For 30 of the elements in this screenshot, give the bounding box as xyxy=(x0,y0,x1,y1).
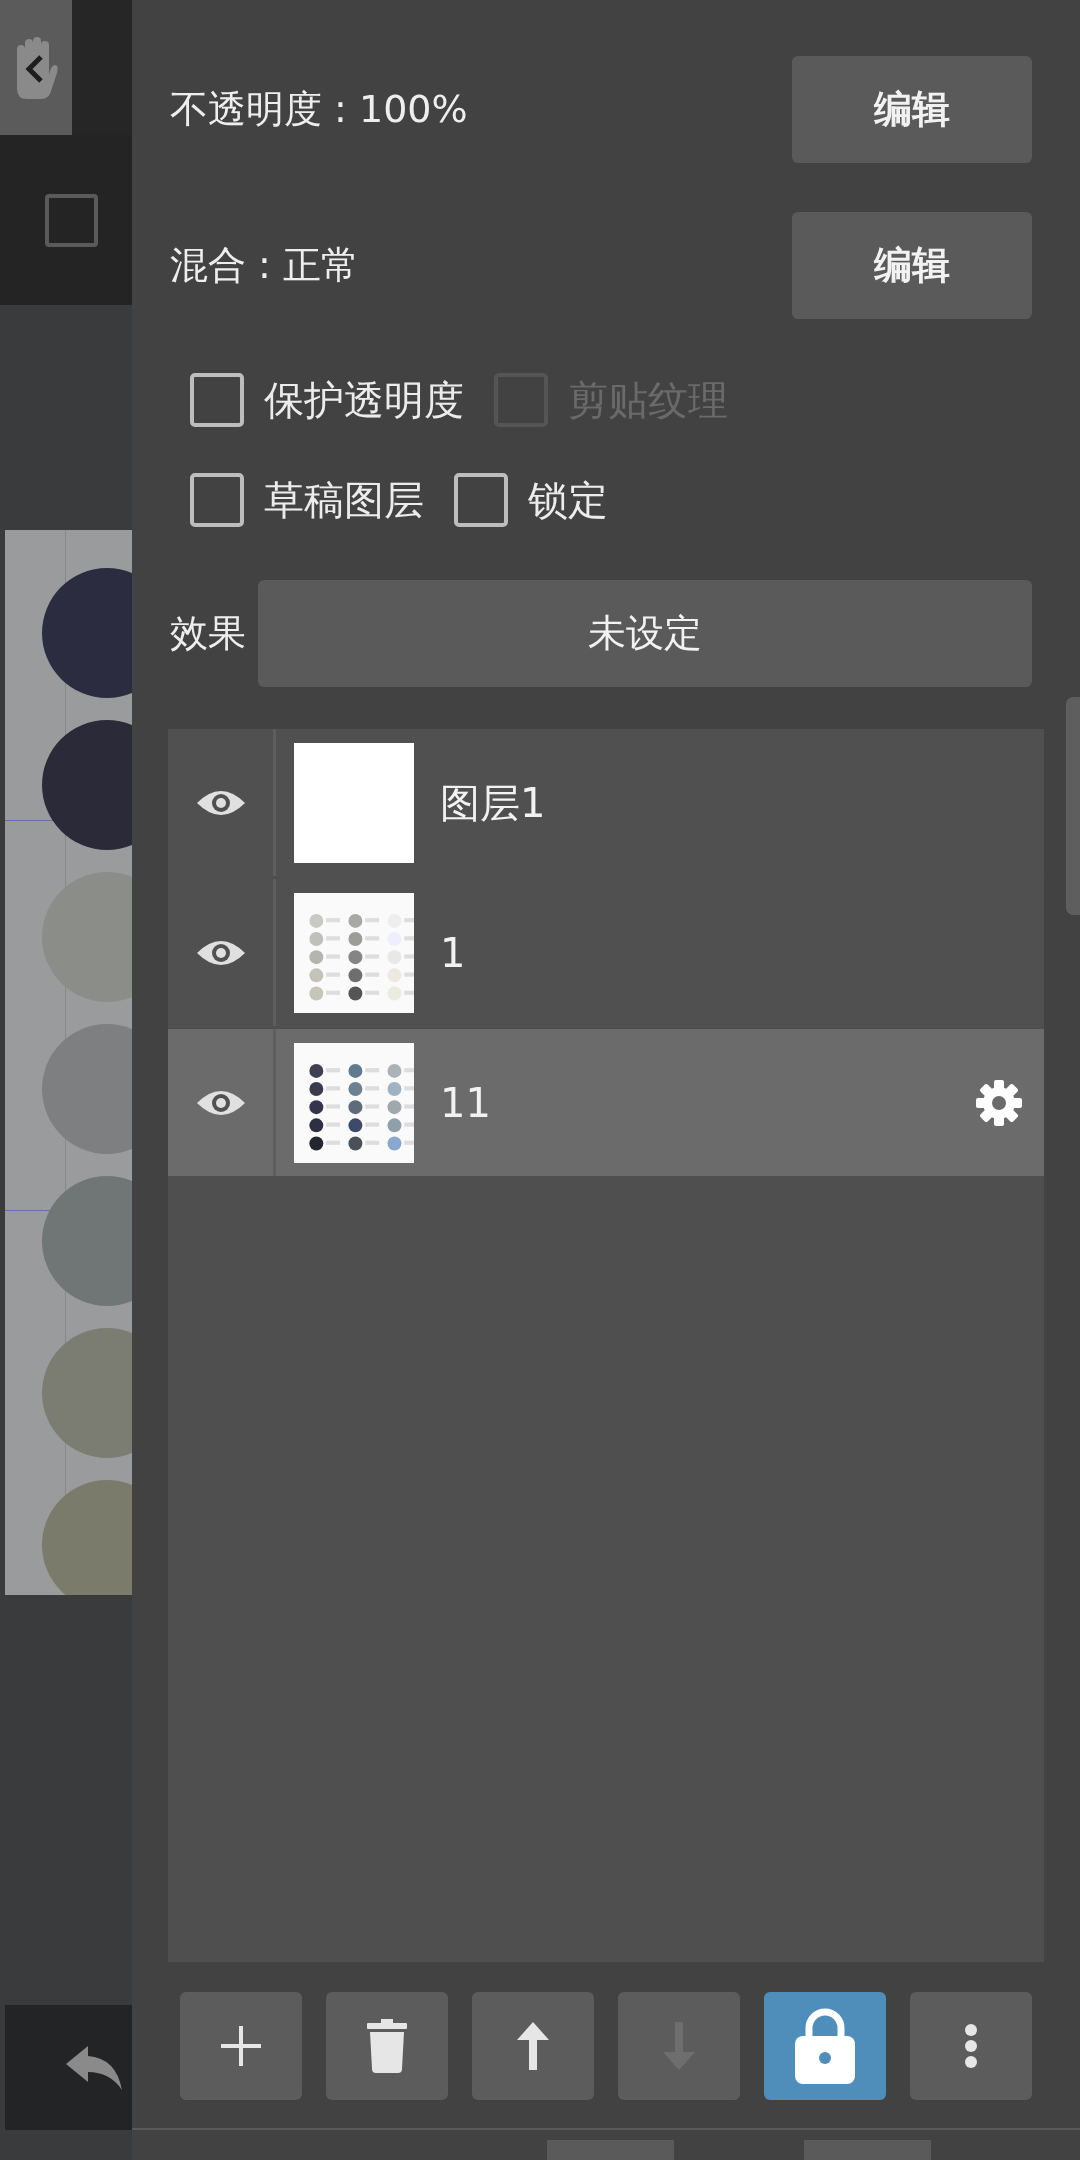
more-layer-button[interactable] xyxy=(910,1992,1032,2100)
property-label: 不透明度 : 100% xyxy=(170,86,468,133)
trash-icon xyxy=(367,2019,407,2073)
plus-icon xyxy=(219,2024,263,2068)
layer-row[interactable]: 11 xyxy=(168,1029,1044,1176)
up-layer-button[interactable] xyxy=(472,1992,594,2100)
effect-label: 效果 xyxy=(170,610,246,657)
lock-icon xyxy=(795,2008,855,2084)
checkbox-label: 锁定 xyxy=(528,476,608,525)
edit-button[interactable]: 编辑 xyxy=(792,212,1032,319)
gear-icon[interactable] xyxy=(976,1079,1022,1126)
undo-button[interactable] xyxy=(5,2005,132,2130)
checkbox[interactable] xyxy=(190,373,244,427)
checkbox[interactable] xyxy=(45,193,98,247)
more-vertical-icon xyxy=(964,2023,978,2069)
checkbox[interactable] xyxy=(190,473,244,527)
effect-button[interactable]: 未设定 xyxy=(258,580,1032,687)
layer-name: 图层1 xyxy=(440,778,547,828)
property-label: 混合 : 正常 xyxy=(170,242,359,289)
checkbox[interactable] xyxy=(454,473,508,527)
undo-icon xyxy=(66,2045,122,2090)
layer-name: 1 xyxy=(440,928,467,978)
edit-button[interactable]: 编辑 xyxy=(792,56,1032,163)
arrow-up-icon xyxy=(517,2022,549,2070)
checkbox-label: 草稿图层 xyxy=(264,476,424,525)
layer-name: 11 xyxy=(440,1078,492,1128)
delete-layer-button[interactable] xyxy=(326,1992,448,2100)
add-layer-button[interactable] xyxy=(180,1992,302,2100)
checkbox-label: 保护透明度 xyxy=(264,376,464,425)
lock-layer-button[interactable] xyxy=(764,1992,886,2100)
